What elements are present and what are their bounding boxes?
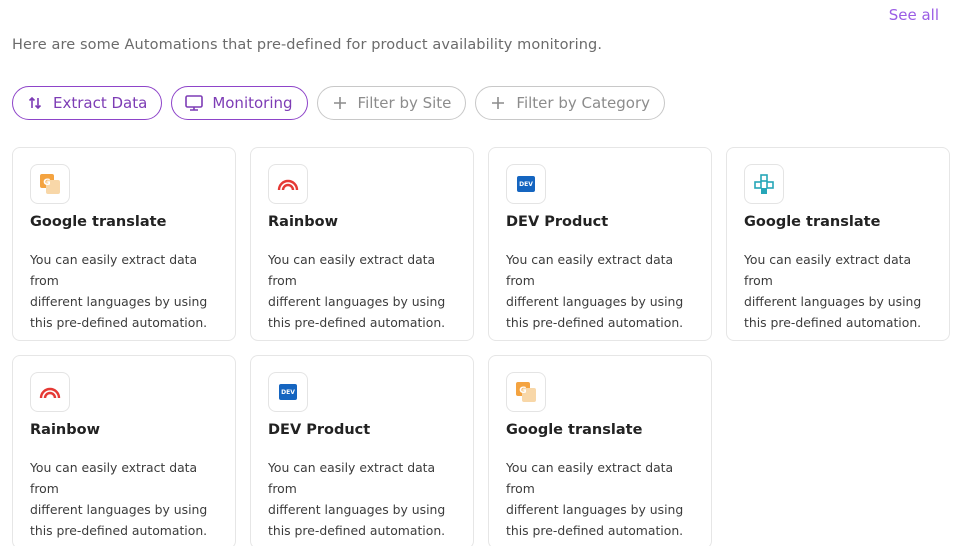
filter-chips: Extract Data Monitoring Filter by Site F…: [12, 86, 666, 120]
automation-card[interactable]: Rainbow You can easily extract data from…: [12, 355, 236, 546]
svg-text:G: G: [43, 178, 50, 188]
card-description: You can easily extract data from differen…: [30, 460, 208, 538]
google-translate-icon: G: [30, 164, 70, 204]
card-description: You can easily extract data from differen…: [744, 252, 922, 330]
network-nodes-icon: [744, 164, 784, 204]
card-title: DEV Product: [506, 214, 609, 230]
rainbow-icon: [268, 164, 308, 204]
card-description: You can easily extract data from differen…: [268, 460, 446, 538]
chip-label: Monitoring: [212, 94, 293, 112]
card-title: Google translate: [30, 214, 167, 230]
chip-label: Filter by Site: [357, 94, 452, 112]
automation-grid: G Google translate You can easily extrac…: [12, 147, 950, 546]
card-description: You can easily extract data from differen…: [506, 460, 684, 538]
automation-card[interactable]: Google translate You can easily extract …: [726, 147, 950, 341]
plus-icon: [488, 93, 508, 113]
dev-icon: DEV: [506, 164, 546, 204]
chip-label: Filter by Category: [516, 94, 651, 112]
card-title: Rainbow: [268, 214, 338, 230]
sort-arrows-icon: [25, 93, 45, 113]
automation-card[interactable]: Rainbow You can easily extract data from…: [250, 147, 474, 341]
chip-filter-by-category[interactable]: Filter by Category: [475, 86, 666, 120]
card-description: You can easily extract data from differen…: [268, 252, 446, 330]
dev-icon: DEV: [268, 372, 308, 412]
rainbow-icon: [30, 372, 70, 412]
monitor-icon: [184, 93, 204, 113]
intro-text: Here are some Automations that pre-defin…: [12, 37, 603, 53]
chip-extract-data[interactable]: Extract Data: [12, 86, 163, 120]
see-all-link[interactable]: See all: [889, 6, 939, 24]
google-translate-icon: G: [506, 372, 546, 412]
svg-text:G: G: [519, 386, 526, 396]
dev-logo-text: DEV: [519, 180, 533, 188]
chip-label: Extract Data: [53, 94, 148, 112]
card-title: Rainbow: [30, 422, 100, 438]
chip-filter-by-site[interactable]: Filter by Site: [316, 86, 467, 120]
card-description: You can easily extract data from differen…: [506, 252, 684, 330]
card-title: DEV Product: [268, 422, 371, 438]
plus-icon: [330, 93, 350, 113]
dev-logo-text: DEV: [281, 388, 295, 396]
automation-card[interactable]: DEV DEV Product You can easily extract d…: [250, 355, 474, 546]
card-title: Google translate: [744, 214, 881, 230]
automation-card[interactable]: DEV DEV Product You can easily extract d…: [488, 147, 712, 341]
card-title: Google translate: [506, 422, 643, 438]
chip-monitoring[interactable]: Monitoring: [171, 86, 308, 120]
card-description: You can easily extract data from differen…: [30, 252, 208, 330]
automation-card[interactable]: G Google translate You can easily extrac…: [12, 147, 236, 341]
automation-card[interactable]: G Google translate You can easily extrac…: [488, 355, 712, 546]
